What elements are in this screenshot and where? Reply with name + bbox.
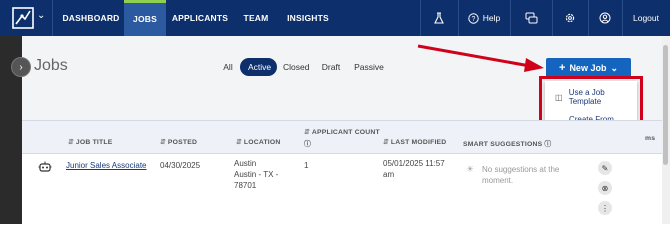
lightbulb-icon: ☀ [466, 164, 475, 174]
chevron-down-icon: ⌄ [37, 10, 46, 21]
column-posted[interactable]: ⇵ POSTED [160, 138, 197, 146]
profile-button[interactable] [589, 0, 621, 36]
filter-draft[interactable]: Draft [320, 58, 342, 76]
annotation-arrow [417, 44, 544, 72]
more-vertical-icon: ⋮ [601, 203, 609, 213]
location: Austin Austin - TX - 78701 [234, 159, 279, 190]
close-circle-icon: ⊗ [601, 183, 609, 193]
plus-icon: + [559, 62, 566, 74]
chevron-down-icon: ⌄ [610, 62, 618, 73]
nav-divider [52, 0, 53, 36]
filter-active[interactable]: Active [240, 58, 277, 76]
column-last-modified[interactable]: ⇵ LAST MODIFIED [383, 138, 446, 146]
sort-icon: ⇵ [68, 139, 74, 146]
more-options-button[interactable]: ⋮ [598, 201, 612, 215]
nav-insights[interactable]: INSIGHTS [283, 0, 333, 36]
sort-icon: ⇵ [383, 139, 389, 146]
column-job-title[interactable]: ⇵ JOB TITLE [68, 138, 112, 146]
nav-jobs[interactable]: JOBS [124, 0, 166, 36]
user-icon [599, 12, 611, 24]
top-nav: ⌄ DASHBOARD JOBS APPLICANTS TEAM INSIGHT… [0, 0, 670, 36]
page-title: Jobs [34, 57, 68, 74]
robot-icon [38, 160, 52, 178]
flask-icon [434, 12, 444, 24]
filter-closed[interactable]: Closed [283, 58, 309, 76]
smart-suggestion-text: No suggestions at the moment. [482, 165, 560, 185]
info-icon: ⓘ [544, 141, 552, 148]
help-icon: ? [468, 12, 479, 24]
filter-all[interactable]: All [220, 58, 236, 76]
close-job-button[interactable]: ⊗ [598, 181, 612, 195]
app-logo[interactable]: ⌄ [0, 0, 50, 36]
chat-icon [525, 12, 537, 24]
help-button[interactable]: ? Help [459, 0, 509, 36]
new-job-label: New Job [569, 63, 607, 73]
column-applicant-count[interactable]: ⇵ APPLICANT COUNT [304, 128, 380, 136]
job-title-link[interactable]: Junior Sales Associate [66, 160, 147, 171]
nav-applicants[interactable]: APPLICANTS [170, 0, 230, 36]
pencil-icon: ✎ [601, 163, 609, 173]
chat-button[interactable] [511, 0, 551, 36]
last-modified: 05/01/2025 11:57 am [383, 159, 445, 179]
sort-icon: ⇵ [160, 139, 166, 146]
posted-date: 04/30/2025 [160, 161, 201, 170]
chevron-right-icon: › [19, 61, 23, 73]
column-smart-suggestions[interactable]: SMART SUGGESTIONS ⓘ [463, 138, 551, 148]
logo-icon [12, 7, 34, 29]
applicant-count[interactable]: 1 [304, 160, 308, 171]
gear-icon [565, 13, 575, 23]
nav-team[interactable]: TEAM [236, 0, 276, 36]
logout-button[interactable]: Logout [623, 0, 669, 36]
info-icon[interactable]: ⓘ [304, 138, 311, 148]
scrollbar-thumb[interactable] [663, 45, 668, 165]
settings-button[interactable] [553, 0, 587, 36]
table-header [22, 120, 662, 154]
column-partial: ms [645, 135, 656, 142]
svg-text:?: ? [471, 16, 475, 23]
nav-dashboard[interactable]: DASHBOARD [60, 0, 122, 36]
column-location[interactable]: ⇵ LOCATION [236, 138, 281, 146]
help-label: Help [482, 13, 501, 23]
sort-icon: ⇵ [304, 129, 310, 136]
sidebar-toggle-button[interactable]: › [11, 57, 31, 77]
sort-icon: ⇵ [236, 139, 242, 146]
new-job-button[interactable]: + New Job ⌄ [546, 58, 631, 78]
filter-passive[interactable]: Passive [354, 58, 384, 76]
flask-button[interactable] [421, 0, 457, 36]
edit-button[interactable]: ✎ [598, 161, 612, 175]
